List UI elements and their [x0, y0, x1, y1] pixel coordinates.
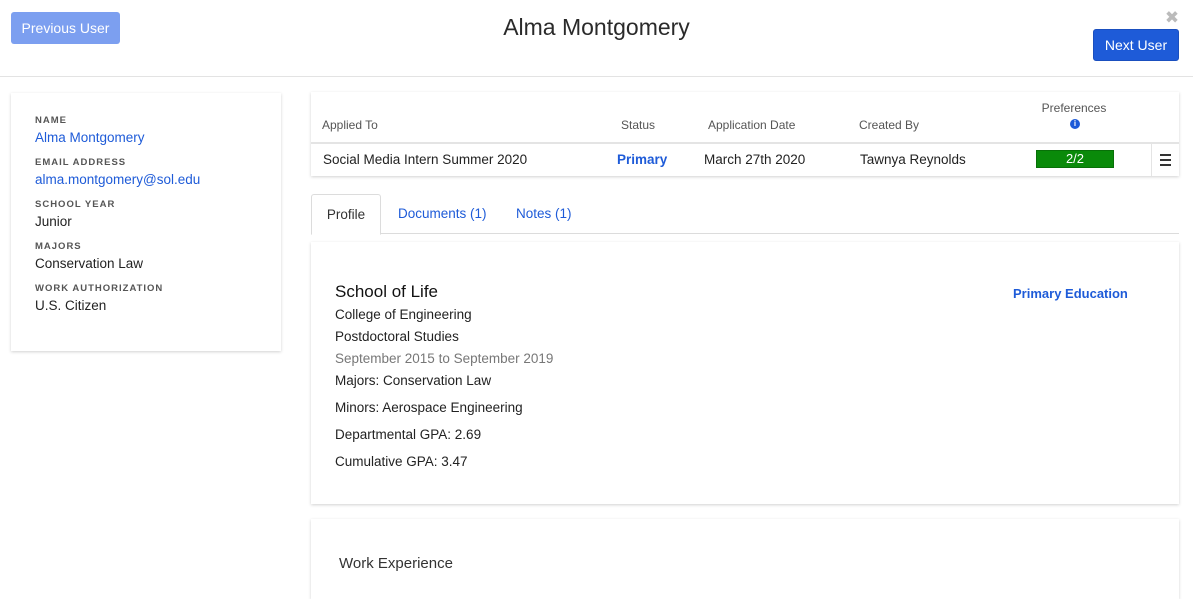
email-label: EMAIL ADDRESS [35, 157, 127, 168]
preferences-badge: 2/2 [1036, 150, 1114, 168]
name-link[interactable]: Alma Montgomery [35, 129, 257, 147]
page-title: Alma Montgomery [503, 14, 690, 40]
school-year-value: Junior [35, 214, 72, 229]
applications-table: Applied To Status Application Date Creat… [311, 92, 1179, 176]
education-minors: Minors: Aerospace Engineering [335, 400, 523, 415]
application-date-cell: March 27th 2020 [704, 152, 806, 167]
departmental-gpa: Departmental GPA: 2.69 [335, 427, 482, 442]
next-user-button[interactable]: Next User [1093, 29, 1179, 61]
work-experience-title: Work Experience [339, 555, 453, 572]
school-name: School of Life [335, 282, 439, 301]
info-icon[interactable]: i [1070, 119, 1080, 129]
education-majors: Majors: Conservation Law [335, 373, 492, 388]
column-header-created-by: Created By [859, 118, 920, 132]
modal-header: Previous User Alma Montgomery ✖ Next Use… [0, 0, 1193, 77]
table-header-divider [311, 142, 1179, 144]
primary-education-badge: Primary Education [1013, 286, 1128, 301]
applied-to-cell[interactable]: Social Media Intern Summer 2020 [323, 152, 527, 167]
tab-notes[interactable]: Notes (1) [516, 194, 572, 234]
majors-value: Conservation Law [35, 256, 144, 271]
work-authorization-value: U.S. Citizen [35, 298, 107, 313]
education-card: School of Life Primary Education College… [311, 242, 1179, 504]
status-cell: Primary [617, 152, 668, 167]
cumulative-gpa: Cumulative GPA: 3.47 [335, 454, 468, 469]
tab-documents[interactable]: Documents (1) [398, 194, 487, 234]
tab-profile[interactable]: Profile [311, 194, 381, 235]
name-label: NAME [35, 115, 67, 126]
college-name: College of Engineering [335, 307, 472, 322]
column-header-status: Status [621, 118, 656, 132]
degree-level: Postdoctoral Studies [335, 329, 459, 344]
column-header-preferences: Preferences [1041, 101, 1107, 115]
hamburger-menu-icon[interactable] [1151, 143, 1179, 176]
work-experience-card: Work Experience [311, 519, 1179, 599]
education-dates: September 2015 to September 2019 [335, 351, 554, 366]
school-year-label: SCHOOL YEAR [35, 199, 116, 210]
work-authorization-label: WORK AUTHORIZATION [35, 283, 164, 294]
email-link[interactable]: alma.montgomery@sol.edu [35, 171, 257, 189]
column-header-application-date: Application Date [708, 118, 796, 132]
user-info-card: NAME Alma Montgomery EMAIL ADDRESS alma.… [11, 93, 281, 351]
column-header-applied-to: Applied To [322, 118, 378, 132]
close-icon[interactable]: ✖ [1164, 9, 1180, 26]
created-by-cell: Tawnya Reynolds [860, 152, 966, 167]
profile-tabs: Profile Documents (1) Notes (1) [311, 194, 1179, 235]
majors-label: MAJORS [35, 241, 82, 252]
